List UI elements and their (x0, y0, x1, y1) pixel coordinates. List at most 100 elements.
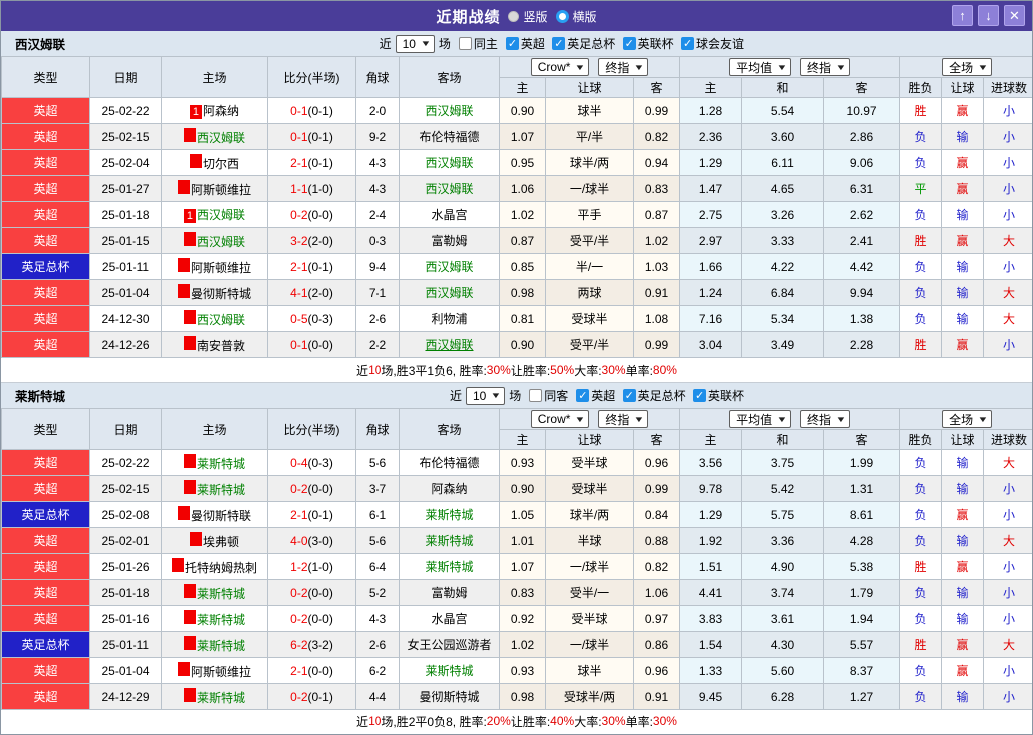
home-team-name[interactable]: 埃弗顿 (203, 535, 239, 549)
home-team-name[interactable]: 西汉姆联 (197, 313, 245, 327)
average-stage-select[interactable]: 终指▼ (800, 410, 850, 428)
match-count-select[interactable]: 10▼ (466, 387, 505, 405)
odds-company-select[interactable]: Crow*▼ (531, 58, 590, 76)
corner-cell: 9-2 (356, 124, 400, 150)
fulltime-score: 2-1 (290, 508, 307, 522)
away-team-name[interactable]: 西汉姆联 (425, 260, 473, 274)
home-team-name[interactable]: 西汉姆联 (197, 208, 245, 222)
league-filter[interactable]: 英超 (506, 35, 545, 52)
scope-select[interactable]: 全场▼ (942, 58, 992, 76)
odds-stage-select[interactable]: 终指▼ (598, 410, 648, 428)
league-checkbox[interactable] (552, 37, 565, 50)
league-checkbox[interactable] (693, 389, 706, 402)
home-team-name[interactable]: 阿斯顿维拉 (191, 183, 251, 197)
away-team-name[interactable]: 西汉姆联 (425, 182, 473, 196)
home-team-name[interactable]: 曼彻斯特联 (191, 509, 251, 523)
away-team-name[interactable]: 富勒姆 (431, 586, 467, 600)
away-team-name[interactable]: 女王公园巡游者 (407, 638, 491, 652)
away-team-cell: 西汉姆联 (400, 98, 500, 124)
rank-badge (184, 610, 196, 624)
home-team-name[interactable]: 莱斯特城 (197, 613, 245, 627)
match-count-value: 10 (403, 37, 416, 51)
away-team-cell: 水晶宫 (400, 202, 500, 228)
league-checkbox[interactable] (623, 389, 636, 402)
home-team-name[interactable]: 莱斯特城 (197, 691, 245, 705)
same-venue-checkbox[interactable] (459, 37, 472, 50)
odds-away-cell: 1.06 (634, 580, 680, 606)
away-team-name[interactable]: 富勒姆 (431, 234, 467, 248)
home-team-name[interactable]: 阿斯顿维拉 (191, 261, 251, 275)
odds-stage-select[interactable]: 终指▼ (598, 58, 648, 76)
same-venue-checkbox[interactable] (529, 389, 542, 402)
result-winlose-cell: 胜 (900, 632, 942, 658)
radio-icon[interactable] (556, 10, 569, 23)
league-filter[interactable]: 英联杯 (693, 387, 744, 404)
layout-radio-horizontal[interactable]: 横版 (556, 8, 597, 25)
average-select[interactable]: 平均值▼ (729, 410, 791, 428)
away-team-name[interactable]: 西汉姆联 (425, 286, 473, 300)
corner-cell: 0-3 (356, 228, 400, 254)
same-venue-filter[interactable]: 同客 (529, 387, 568, 404)
home-team-name[interactable]: 莱斯特城 (197, 587, 245, 601)
league-filter[interactable]: 英足总杯 (552, 35, 615, 52)
same-venue-label: 同主 (474, 35, 498, 52)
home-team-name[interactable]: 莱斯特城 (197, 639, 245, 653)
home-team-name[interactable]: 曼彻斯特城 (191, 287, 251, 301)
away-team-name[interactable]: 莱斯特城 (425, 534, 473, 548)
away-team-cell: 水晶宫 (400, 606, 500, 632)
away-team-name[interactable]: 西汉姆联 (425, 104, 473, 118)
layout-radio-vertical[interactable]: 竖版 (508, 8, 547, 25)
corner-cell: 7-1 (356, 280, 400, 306)
league-filter[interactable]: 英足总杯 (623, 387, 686, 404)
close-button[interactable]: ✕ (1004, 5, 1025, 26)
away-team-name[interactable]: 布伦特福德 (419, 130, 479, 144)
home-team-name[interactable]: 阿斯顿维拉 (191, 665, 251, 679)
average-select[interactable]: 平均值▼ (729, 58, 791, 76)
away-team-name[interactable]: 阿森纳 (431, 482, 467, 496)
league-checkbox[interactable] (681, 37, 694, 50)
scope-select[interactable]: 全场▼ (942, 410, 992, 428)
col-corner: 角球 (356, 409, 400, 450)
league-filter[interactable]: 英超 (576, 387, 615, 404)
league-checkbox[interactable] (576, 389, 589, 402)
away-team-name[interactable]: 西汉姆联 (425, 156, 473, 170)
away-team-name[interactable]: 西汉姆联 (425, 338, 473, 352)
average-stage-select[interactable]: 终指▼ (800, 58, 850, 76)
away-team-name[interactable]: 莱斯特城 (425, 508, 473, 522)
home-team-cell: 西汉姆联 (162, 124, 268, 150)
move-up-button[interactable]: ↑ (952, 5, 973, 26)
home-team-name[interactable]: 西汉姆联 (197, 235, 245, 249)
match-row: 英超 24-12-29 莱斯特城 0-2(0-1) 4-4 曼彻斯特城 0.98… (2, 684, 1033, 710)
away-team-name[interactable]: 莱斯特城 (425, 560, 473, 574)
odds-company-select[interactable]: Crow*▼ (531, 410, 590, 428)
radio-icon[interactable] (508, 11, 519, 22)
result-handicap-cell: 输 (942, 476, 984, 502)
match-count-select[interactable]: 10▼ (396, 35, 435, 53)
away-team-name[interactable]: 布伦特福德 (419, 456, 479, 470)
away-team-name[interactable]: 水晶宫 (431, 208, 467, 222)
col-date: 日期 (90, 409, 162, 450)
away-team-name[interactable]: 利物浦 (431, 312, 467, 326)
rank-badge (184, 584, 196, 598)
away-team-name[interactable]: 曼彻斯特城 (419, 690, 479, 704)
halftime-score: (0-0) (308, 208, 333, 222)
home-team-name[interactable]: 阿森纳 (203, 104, 239, 118)
league-filter[interactable]: 英联杯 (623, 35, 674, 52)
home-team-name[interactable]: 托特纳姆热刺 (185, 561, 257, 575)
home-team-name[interactable]: 西汉姆联 (197, 131, 245, 145)
home-team-name[interactable]: 南安普敦 (197, 339, 245, 353)
avg-draw-cell: 6.28 (742, 684, 824, 710)
league-checkbox[interactable] (506, 37, 519, 50)
league-filter[interactable]: 球会友谊 (681, 35, 744, 52)
home-team-name[interactable]: 莱斯特城 (197, 483, 245, 497)
move-down-button[interactable]: ↓ (978, 5, 999, 26)
away-team-name[interactable]: 莱斯特城 (425, 664, 473, 678)
fulltime-score: 3-2 (290, 234, 307, 248)
same-venue-filter[interactable]: 同主 (459, 35, 498, 52)
home-team-name[interactable]: 切尔西 (203, 157, 239, 171)
away-team-name[interactable]: 水晶宫 (431, 612, 467, 626)
league-checkbox[interactable] (623, 37, 636, 50)
chevron-down-icon: ▼ (835, 415, 846, 424)
avg-draw-cell: 4.65 (742, 176, 824, 202)
home-team-name[interactable]: 莱斯特城 (197, 457, 245, 471)
